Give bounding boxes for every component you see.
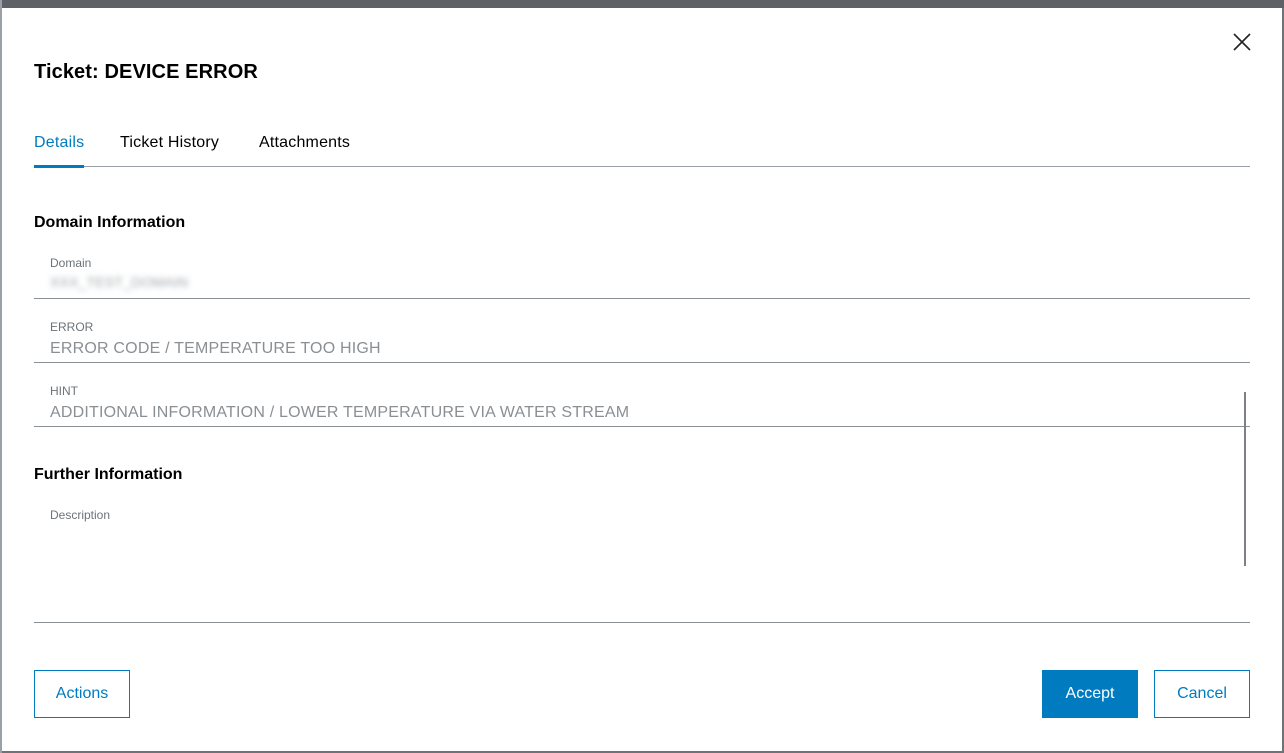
close-icon bbox=[1233, 33, 1251, 51]
further-information-heading: Further Information bbox=[34, 466, 183, 483]
hint-field-value: ADDITIONAL INFORMATION / LOWER TEMPERATU… bbox=[50, 404, 630, 421]
hint-field-label: HINT bbox=[50, 384, 78, 398]
tab-ticket-history[interactable]: Ticket History bbox=[120, 130, 219, 167]
hint-field[interactable]: HINT ADDITIONAL INFORMATION / LOWER TEMP… bbox=[34, 376, 1250, 427]
backdrop-top bbox=[0, 0, 1284, 8]
description-field-label: Description bbox=[50, 508, 111, 522]
tab-bar: Details Ticket History Attachments bbox=[34, 130, 1250, 168]
ticket-dialog: Ticket: DEVICE ERROR Details Ticket Hist… bbox=[2, 8, 1282, 751]
scrollbar[interactable] bbox=[1244, 392, 1246, 566]
domain-field[interactable]: Domain XXX_TEST_DOMAIN bbox=[34, 248, 1250, 299]
domain-field-label: Domain bbox=[50, 256, 92, 270]
description-field[interactable]: Description bbox=[34, 500, 1250, 623]
error-field-value: ERROR CODE / TEMPERATURE TOO HIGH bbox=[50, 340, 381, 357]
domain-information-heading: Domain Information bbox=[34, 214, 186, 231]
error-field[interactable]: ERROR ERROR CODE / TEMPERATURE TOO HIGH bbox=[34, 312, 1250, 363]
tab-details[interactable]: Details bbox=[34, 130, 85, 168]
domain-field-value: XXX_TEST_DOMAIN bbox=[50, 274, 189, 290]
dialog-title: Ticket: DEVICE ERROR bbox=[34, 61, 258, 83]
actions-button[interactable]: Actions bbox=[34, 670, 130, 718]
close-button[interactable] bbox=[1228, 28, 1256, 56]
accept-button[interactable]: Accept bbox=[1042, 670, 1138, 718]
tab-attachments[interactable]: Attachments bbox=[259, 130, 350, 167]
cancel-button[interactable]: Cancel bbox=[1154, 670, 1250, 718]
error-field-label: ERROR bbox=[50, 320, 94, 334]
